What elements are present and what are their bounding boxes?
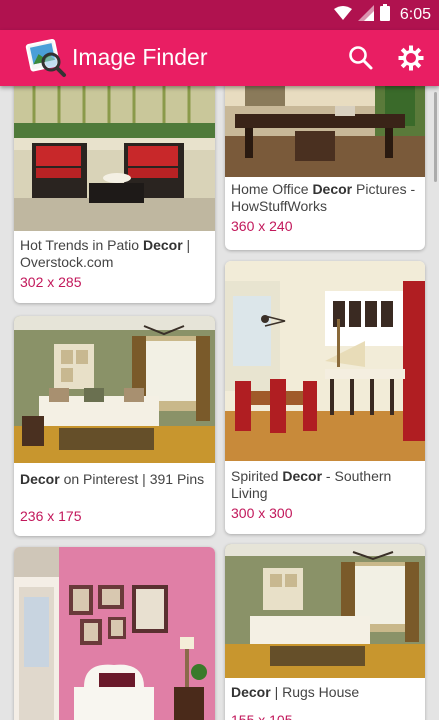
result-thumbnail[interactable] [225, 544, 425, 678]
settings-icon [398, 45, 424, 71]
app-bar: Image Finder [0, 30, 439, 86]
result-dimensions: 302 x 285 [20, 274, 82, 290]
result-dimensions: 300 x 300 [231, 505, 293, 521]
result-card[interactable]: Spirited Decor - Southern Living 300 x 3… [225, 261, 425, 534]
result-dimensions: 155 x 105 [231, 712, 293, 720]
status-time: 6:05 [399, 6, 431, 23]
image-search-logo [24, 36, 68, 80]
result-title: Home Office Decor Pictures - HowStuffWor… [231, 181, 416, 214]
battery-icon [379, 4, 390, 26]
status-bar: 6:05 [0, 0, 439, 30]
app-title: Image Finder [72, 44, 208, 70]
result-card[interactable]: Decor on Pinterest | 391 Pins 236 x 175 [14, 316, 215, 536]
result-thumbnail[interactable] [14, 86, 215, 231]
result-title: Decor on Pinterest | 391 Pins [20, 471, 205, 487]
result-card[interactable] [14, 547, 215, 720]
result-thumbnail[interactable] [225, 261, 425, 461]
result-card[interactable]: Decor | Rugs House 155 x 105 [225, 544, 425, 720]
signal-icon [357, 4, 374, 26]
search-button[interactable] [344, 41, 378, 75]
scrollbar[interactable] [434, 92, 437, 182]
result-title: Decor | Rugs House [231, 684, 360, 700]
result-thumbnail[interactable] [225, 86, 425, 177]
result-dimensions: 360 x 240 [231, 218, 293, 234]
result-title: Hot Trends in Patio Decor | Overstock.co… [20, 237, 191, 270]
settings-button[interactable] [394, 41, 428, 75]
result-thumbnail[interactable] [14, 547, 215, 720]
wifi-icon [333, 5, 352, 25]
result-dimensions: 236 x 175 [20, 508, 82, 524]
result-thumbnail[interactable] [14, 316, 215, 463]
result-card[interactable]: Hot Trends in Patio Decor | Overstock.co… [14, 86, 215, 303]
results-grid[interactable]: Hot Trends in Patio Decor | Overstock.co… [0, 86, 439, 720]
result-card[interactable]: Home Office Decor Pictures - HowStuffWor… [225, 86, 425, 250]
search-icon [349, 46, 373, 70]
result-title: Spirited Decor - Southern Living [231, 468, 392, 501]
